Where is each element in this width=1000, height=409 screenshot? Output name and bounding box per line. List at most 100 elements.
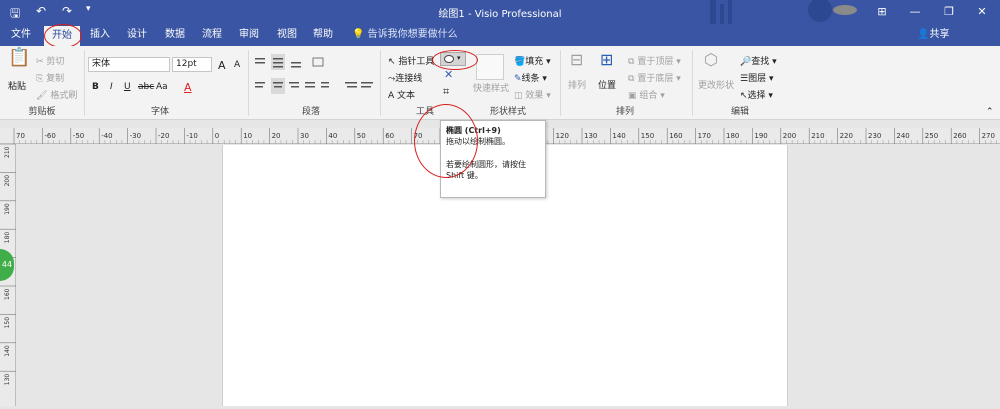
- ruler-label: 10: [243, 132, 252, 140]
- ribbon-tabs: 文件 开始 插入 设计 数据 流程 审阅 视图 帮助 💡 告诉我你想要做什么 👤…: [0, 24, 1000, 46]
- separator: [248, 50, 249, 116]
- shape-styles-group-label: 形状样式: [489, 107, 526, 117]
- separator: [84, 50, 85, 116]
- paragraph-alignment-icons[interactable]: [253, 54, 377, 98]
- layers-button[interactable]: ☰图层 ▾: [740, 71, 773, 84]
- bring-to-front-button[interactable]: ⧉ 置于顶层 ▾: [628, 54, 681, 67]
- paste-icon[interactable]: 📋: [8, 49, 30, 67]
- ribbon: 📋 粘贴 ✂ 剪切 ⎘ 复制 🖌 格式刷 剪贴板 宋体 12pt A A B I…: [0, 46, 1000, 120]
- close-button[interactable]: ✕: [967, 2, 997, 22]
- tell-me-search[interactable]: 💡 告诉我你想要做什么: [352, 24, 458, 46]
- separator: [560, 50, 561, 116]
- restore-button[interactable]: ❐: [934, 2, 964, 22]
- tab-review[interactable]: 审阅: [232, 24, 266, 46]
- ruler-label: 0: [215, 132, 219, 140]
- ruler-label: 180: [726, 132, 739, 140]
- bold-button[interactable]: B: [92, 82, 99, 92]
- ruler-label: 210: [4, 146, 11, 158]
- pointer-tool-button[interactable]: ↖ 指针工具: [388, 54, 434, 67]
- collapse-ribbon-icon[interactable]: ⌃: [986, 106, 994, 118]
- title-bar: 🖫 ↶ ↷ ▾ 绘图1 - Visio Professional ⊞ — ❐ ✕: [0, 0, 1000, 24]
- minimize-button[interactable]: —: [900, 2, 930, 22]
- text-tool-label: 文本: [397, 91, 416, 101]
- paste-button[interactable]: 粘贴: [8, 79, 26, 92]
- ruler-label: 120: [556, 132, 569, 140]
- ruler-label: -60: [44, 132, 55, 140]
- underline-button[interactable]: U: [124, 82, 131, 92]
- tab-help[interactable]: 帮助: [306, 24, 340, 46]
- align-icon[interactable]: ⊟: [570, 52, 583, 68]
- font-name-select[interactable]: 宋体: [88, 57, 170, 72]
- close-x-icon[interactable]: ✕: [444, 69, 453, 81]
- change-shape-button[interactable]: 更改形状: [698, 78, 734, 91]
- group-button[interactable]: ▣ 组合 ▾: [628, 88, 665, 101]
- find-button[interactable]: 🔎查找 ▾: [740, 54, 777, 67]
- copy-button[interactable]: ⎘ 复制: [36, 71, 64, 84]
- ruler-label: 170: [698, 132, 711, 140]
- send-back-icon: ⧉: [628, 74, 635, 84]
- fill-button[interactable]: 🪣填充 ▾: [514, 54, 551, 67]
- copy-icon: ⎘: [36, 74, 44, 84]
- share-button[interactable]: 👤共享: [917, 24, 949, 46]
- ruler-label: 140: [4, 345, 11, 357]
- font-size-select[interactable]: 12pt: [172, 57, 212, 72]
- line-label: 线条: [521, 74, 540, 84]
- text-tool-button[interactable]: A 文本: [388, 88, 415, 101]
- ruler-label: 140: [612, 132, 625, 140]
- send-to-back-button[interactable]: ⧉ 置于底层 ▾: [628, 71, 681, 84]
- ruler-label: 210: [811, 132, 824, 140]
- effects-button[interactable]: ◫ 效果 ▾: [514, 88, 551, 101]
- ruler-label: -20: [158, 132, 169, 140]
- person-icon: 👤: [917, 29, 930, 40]
- ruler-label: 190: [4, 203, 11, 215]
- quick-styles-button[interactable]: 快速样式: [473, 81, 509, 94]
- tab-design[interactable]: 设计: [120, 24, 154, 46]
- tab-data[interactable]: 数据: [158, 24, 192, 46]
- align-button[interactable]: 排列: [568, 78, 586, 91]
- ruler-label: 50: [357, 132, 366, 140]
- italic-button[interactable]: I: [110, 82, 113, 92]
- shrink-font-button[interactable]: A: [234, 60, 240, 70]
- quick-styles-icon[interactable]: [476, 54, 504, 80]
- format-painter-button[interactable]: 🖌 格式刷: [36, 88, 77, 101]
- arrange-group-label: 排列: [615, 107, 634, 117]
- ruler-label: 70: [16, 132, 25, 140]
- position-button[interactable]: 位置: [598, 78, 616, 91]
- change-case-button[interactable]: Aa: [156, 82, 168, 92]
- ruler-label: -10: [186, 132, 197, 140]
- ribbon-display-button[interactable]: ⊞: [867, 2, 897, 22]
- ruler-label: 160: [4, 288, 11, 300]
- ruler-label: 250: [925, 132, 938, 140]
- tell-me-text: 告诉我你想要做什么: [367, 29, 458, 40]
- tab-insert[interactable]: 插入: [84, 24, 116, 46]
- layers-label: 图层: [748, 74, 767, 84]
- strikethrough-button[interactable]: abc: [138, 82, 154, 92]
- connector-label: 连接线: [395, 74, 423, 84]
- select-cursor-icon: ↖: [740, 91, 748, 101]
- ruler-label: 180: [4, 232, 11, 244]
- position-icon[interactable]: ⊞: [600, 52, 613, 68]
- ruler-label: 60: [385, 132, 394, 140]
- tab-view[interactable]: 视图: [270, 24, 304, 46]
- crop-icon[interactable]: ⌗: [443, 86, 449, 98]
- group-label: 组合: [639, 91, 658, 101]
- connector-button[interactable]: ⤳连接线: [388, 71, 422, 84]
- line-button[interactable]: ✎线条 ▾: [514, 71, 547, 84]
- tab-process[interactable]: 流程: [196, 24, 228, 46]
- change-shape-icon[interactable]: ⬡: [704, 52, 718, 68]
- select-button[interactable]: ↖选择 ▾: [740, 88, 773, 101]
- text-icon: A: [388, 91, 395, 101]
- paragraph-group-label: 段落: [301, 107, 320, 117]
- brush-icon: 🖌: [36, 91, 48, 101]
- find-label: 查找: [751, 57, 770, 67]
- grow-font-button[interactable]: A: [218, 59, 226, 72]
- ruler-label: 190: [754, 132, 767, 140]
- select-label: 选择: [747, 91, 766, 101]
- lightbulb-icon: 💡: [352, 29, 365, 40]
- ruler-label: -50: [73, 132, 84, 140]
- cut-button[interactable]: ✂ 剪切: [36, 54, 64, 67]
- tab-file[interactable]: 文件: [4, 24, 38, 46]
- bring-front-icon: ⧉: [628, 57, 635, 67]
- ruler-label: 20: [272, 132, 281, 140]
- font-color-button[interactable]: A: [184, 81, 192, 94]
